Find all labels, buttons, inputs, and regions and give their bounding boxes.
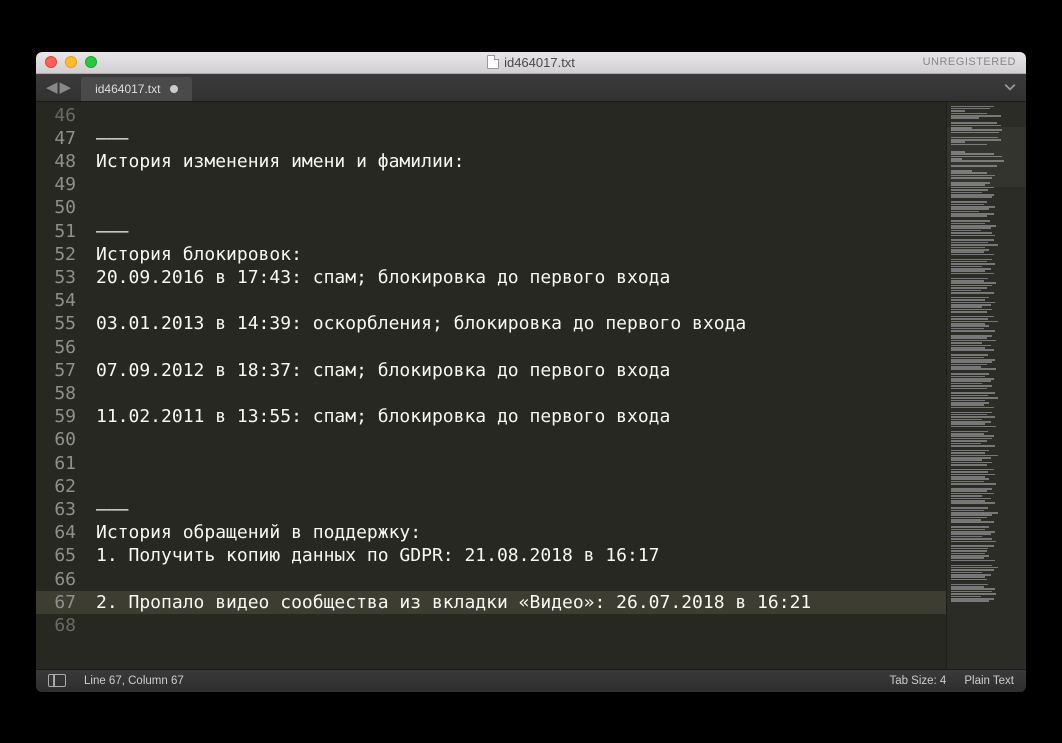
code-row[interactable]: 56 — [36, 336, 946, 359]
line-text[interactable] — [96, 475, 946, 498]
line-number: 66 — [36, 568, 96, 591]
tab-size-selector[interactable]: Tab Size: 4 — [889, 675, 946, 687]
titlebar: id464017.txt UNREGISTERED — [36, 52, 1026, 74]
code-row[interactable]: 64История обращений в поддержку: — [36, 521, 946, 544]
minimap-viewport[interactable] — [947, 127, 1026, 187]
line-number: 51 — [36, 220, 96, 243]
line-number: 65 — [36, 544, 96, 567]
line-number: 50 — [36, 196, 96, 219]
panel-toggle-icon[interactable] — [48, 674, 66, 687]
tab-dropdown-button[interactable] — [1004, 74, 1016, 101]
code-row[interactable]: 58 — [36, 382, 946, 405]
editor-window: id464017.txt UNREGISTERED ◀ ▶ id464017.t… — [36, 52, 1026, 692]
line-number: 57 — [36, 359, 96, 382]
code-lines[interactable]: 4647———48История изменения имени и фамил… — [36, 102, 946, 669]
code-row[interactable]: 672. Пропало видео сообщества из вкладки… — [36, 591, 946, 614]
editor-area: 4647———48История изменения имени и фамил… — [36, 102, 1026, 669]
code-row[interactable]: 50 — [36, 196, 946, 219]
close-window-button[interactable] — [45, 56, 57, 68]
line-number: 53 — [36, 266, 96, 289]
line-text[interactable] — [96, 173, 946, 196]
syntax-selector[interactable]: Plain Text — [964, 675, 1014, 687]
line-number: 60 — [36, 428, 96, 451]
chevron-down-icon — [1004, 81, 1016, 93]
status-bar: Line 67, Column 67 Tab Size: 4 Plain Tex… — [36, 669, 1026, 692]
line-text[interactable] — [96, 104, 946, 127]
line-text[interactable]: 2. Пропало видео сообщества из вкладки «… — [96, 591, 946, 614]
line-number: 63 — [36, 498, 96, 521]
code-row[interactable]: 54 — [36, 289, 946, 312]
line-text[interactable] — [96, 382, 946, 405]
line-text[interactable] — [96, 336, 946, 359]
code-row[interactable]: 63——— — [36, 498, 946, 521]
code-row[interactable]: 68 — [36, 614, 946, 637]
tab-bar: ◀ ▶ id464017.txt — [36, 74, 1026, 102]
line-text[interactable]: 03.01.2013 в 14:39: оскорбления; блокиро… — [96, 312, 946, 335]
line-text[interactable]: История блокировок: — [96, 243, 946, 266]
line-text[interactable]: 11.02.2011 в 13:55: спам; блокировка до … — [96, 405, 946, 428]
code-row[interactable]: 62 — [36, 475, 946, 498]
line-text[interactable]: 07.09.2012 в 18:37: спам; блокировка до … — [96, 359, 946, 382]
line-text[interactable]: ——— — [96, 220, 946, 243]
line-number: 52 — [36, 243, 96, 266]
code-row[interactable]: 52История блокировок: — [36, 243, 946, 266]
line-text[interactable] — [96, 568, 946, 591]
code-row[interactable]: 5503.01.2013 в 14:39: оскорбления; блоки… — [36, 312, 946, 335]
line-number: 64 — [36, 521, 96, 544]
line-text[interactable]: 1. Получить копию данных по GDPR: 21.08.… — [96, 544, 946, 567]
code-row[interactable]: 51——— — [36, 220, 946, 243]
line-number: 46 — [36, 104, 96, 127]
nav-arrows: ◀ ▶ — [36, 74, 81, 101]
code-row[interactable]: 5707.09.2012 в 18:37: спам; блокировка д… — [36, 359, 946, 382]
nav-forward-icon[interactable]: ▶ — [60, 78, 72, 96]
line-text[interactable]: История обращений в поддержку: — [96, 521, 946, 544]
unregistered-label: UNREGISTERED — [923, 56, 1016, 68]
code-row[interactable]: 49 — [36, 173, 946, 196]
line-number: 61 — [36, 452, 96, 475]
line-number: 68 — [36, 614, 96, 637]
line-text[interactable] — [96, 614, 946, 637]
tab-dirty-indicator-icon — [170, 85, 178, 93]
code-row[interactable]: 66 — [36, 568, 946, 591]
cursor-position[interactable]: Line 67, Column 67 — [84, 675, 184, 687]
code-row[interactable]: 61 — [36, 452, 946, 475]
code-row[interactable]: 5320.09.2016 в 17:43: спам; блокировка д… — [36, 266, 946, 289]
code-row[interactable]: 47——— — [36, 127, 946, 150]
line-number: 56 — [36, 336, 96, 359]
tab-active[interactable]: id464017.txt — [81, 77, 192, 101]
line-number: 59 — [36, 405, 96, 428]
line-number: 62 — [36, 475, 96, 498]
window-title-text: id464017.txt — [504, 55, 575, 70]
code-row[interactable]: 60 — [36, 428, 946, 451]
minimap[interactable] — [946, 102, 1026, 669]
line-text[interactable]: 20.09.2016 в 17:43: спам; блокировка до … — [96, 266, 946, 289]
line-number: 47 — [36, 127, 96, 150]
maximize-window-button[interactable] — [85, 56, 97, 68]
document-icon — [487, 55, 499, 69]
line-number: 49 — [36, 173, 96, 196]
code-row[interactable]: 651. Получить копию данных по GDPR: 21.0… — [36, 544, 946, 567]
line-number: 48 — [36, 150, 96, 173]
minimize-window-button[interactable] — [65, 56, 77, 68]
line-number: 55 — [36, 312, 96, 335]
window-title: id464017.txt — [36, 55, 1026, 70]
tab-label: id464017.txt — [95, 82, 160, 96]
line-number: 67 — [36, 591, 96, 614]
code-row[interactable]: 46 — [36, 104, 946, 127]
line-text[interactable]: ——— — [96, 498, 946, 521]
line-text[interactable] — [96, 452, 946, 475]
line-text[interactable]: ——— — [96, 127, 946, 150]
line-number: 54 — [36, 289, 96, 312]
line-text[interactable] — [96, 428, 946, 451]
line-number: 58 — [36, 382, 96, 405]
code-row[interactable]: 48История изменения имени и фамилии: — [36, 150, 946, 173]
nav-back-icon[interactable]: ◀ — [46, 78, 58, 96]
line-text[interactable]: История изменения имени и фамилии: — [96, 150, 946, 173]
line-text[interactable] — [96, 289, 946, 312]
line-text[interactable] — [96, 196, 946, 219]
traffic-lights — [45, 56, 97, 68]
code-row[interactable]: 5911.02.2011 в 13:55: спам; блокировка д… — [36, 405, 946, 428]
